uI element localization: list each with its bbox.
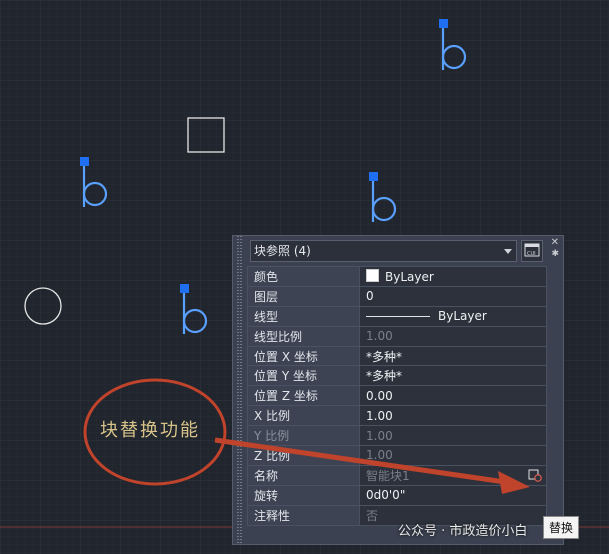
property-value-text: 1.00 xyxy=(366,408,393,423)
svg-text:CUI: CUI xyxy=(527,251,536,257)
property-value-text: 1.00 xyxy=(366,448,393,463)
property-value[interactable]: 智能块1 xyxy=(359,464,547,486)
grip-square xyxy=(439,19,448,28)
property-value[interactable]: ByLayer xyxy=(359,305,547,327)
property-row[interactable]: 位置 X 坐标 *多种* xyxy=(247,345,547,367)
property-row[interactable]: 线型 ByLayer xyxy=(247,305,547,327)
property-key: 旋转 xyxy=(247,484,360,506)
property-key: 图层 xyxy=(247,285,360,307)
property-row[interactable]: 位置 Z 坐标 0.00 xyxy=(247,385,547,407)
property-row[interactable]: 位置 Y 坐标 *多种* xyxy=(247,365,547,387)
property-value-text: 0 xyxy=(366,289,374,304)
chevron-down-icon xyxy=(504,249,512,254)
property-key: X 比例 xyxy=(247,405,360,427)
property-value-text: 智能块1 xyxy=(366,468,410,483)
property-value[interactable]: ByLayer xyxy=(359,266,547,287)
property-key: 注释性 xyxy=(247,504,360,526)
property-value-text: ByLayer xyxy=(438,309,487,324)
property-key: 位置 Z 坐标 xyxy=(247,385,360,407)
close-icon[interactable]: ✕ xyxy=(551,237,559,248)
replace-tooltip: 替换 xyxy=(543,516,580,539)
property-value[interactable]: 0 xyxy=(359,285,547,307)
grip-square xyxy=(369,172,378,181)
quick-select-icon: CUI xyxy=(524,243,540,257)
property-value-text: 1.00 xyxy=(366,428,393,443)
property-value[interactable]: 0d0'0" xyxy=(359,484,547,506)
property-row[interactable]: 线型比例 1.00 xyxy=(247,325,547,347)
quick-select-button[interactable]: CUI xyxy=(521,240,543,262)
property-row[interactable]: 名称 智能块1 xyxy=(247,464,547,486)
property-value-text: 1.00 xyxy=(366,329,393,344)
property-value-text: *多种* xyxy=(366,349,403,364)
property-row[interactable]: 图层 0 xyxy=(247,285,547,307)
property-key: 颜色 xyxy=(247,266,360,287)
properties-palette[interactable]: ✕ ✱ 块参照 (4) CUI 颜色 ByLayer 图层 0 线型 ByLayer 线型比… xyxy=(232,235,564,545)
property-value[interactable]: *多种* xyxy=(359,365,547,387)
property-key: 线型 xyxy=(247,305,360,327)
property-value[interactable]: 0.00 xyxy=(359,385,547,407)
property-value[interactable]: 1.00 xyxy=(359,425,547,447)
callout-text: 块替换功能 xyxy=(100,420,200,441)
properties-table: 颜色 ByLayer 图层 0 线型 ByLayer 线型比例 1.00 位置 X 坐标 *多种*… xyxy=(247,266,547,526)
linetype-preview xyxy=(366,316,430,318)
property-row[interactable]: Y 比例 1.00 xyxy=(247,425,547,447)
property-row[interactable]: 旋转 0d0'0" xyxy=(247,484,547,506)
property-key: Y 比例 xyxy=(247,425,360,447)
palette-grip-handle[interactable] xyxy=(233,236,245,544)
property-row[interactable]: X 比例 1.00 xyxy=(247,405,547,427)
property-key: 位置 X 坐标 xyxy=(247,345,360,367)
grip-square xyxy=(180,284,189,293)
property-key: Z 比例 xyxy=(247,445,360,466)
property-row[interactable]: Z 比例 1.00 xyxy=(247,445,547,466)
property-value[interactable]: 1.00 xyxy=(359,405,547,427)
watermark: 公众号 · 市政造价小白 xyxy=(398,524,528,539)
selection-dropdown[interactable]: 块参照 (4) xyxy=(250,240,517,262)
property-key: 名称 xyxy=(247,464,360,486)
property-key: 线型比例 xyxy=(247,325,360,347)
property-value[interactable]: 1.00 xyxy=(359,445,547,466)
property-value-text: *多种* xyxy=(366,369,403,384)
gear-icon[interactable]: ✱ xyxy=(551,249,559,259)
property-value-text: ByLayer xyxy=(385,269,434,284)
color-swatch xyxy=(366,268,379,282)
property-key: 位置 Y 坐标 xyxy=(247,365,360,387)
property-value[interactable]: 1.00 xyxy=(359,325,547,347)
selection-dropdown-label: 块参照 (4) xyxy=(254,244,311,258)
block-replace-icon[interactable] xyxy=(528,468,542,482)
grip-square xyxy=(80,157,89,166)
property-value-text: 否 xyxy=(366,508,379,523)
property-value[interactable]: *多种* xyxy=(359,345,547,367)
property-row[interactable]: 颜色 ByLayer xyxy=(247,266,547,287)
property-value-text: 0.00 xyxy=(366,388,393,403)
property-value-text: 0d0'0" xyxy=(366,488,406,503)
